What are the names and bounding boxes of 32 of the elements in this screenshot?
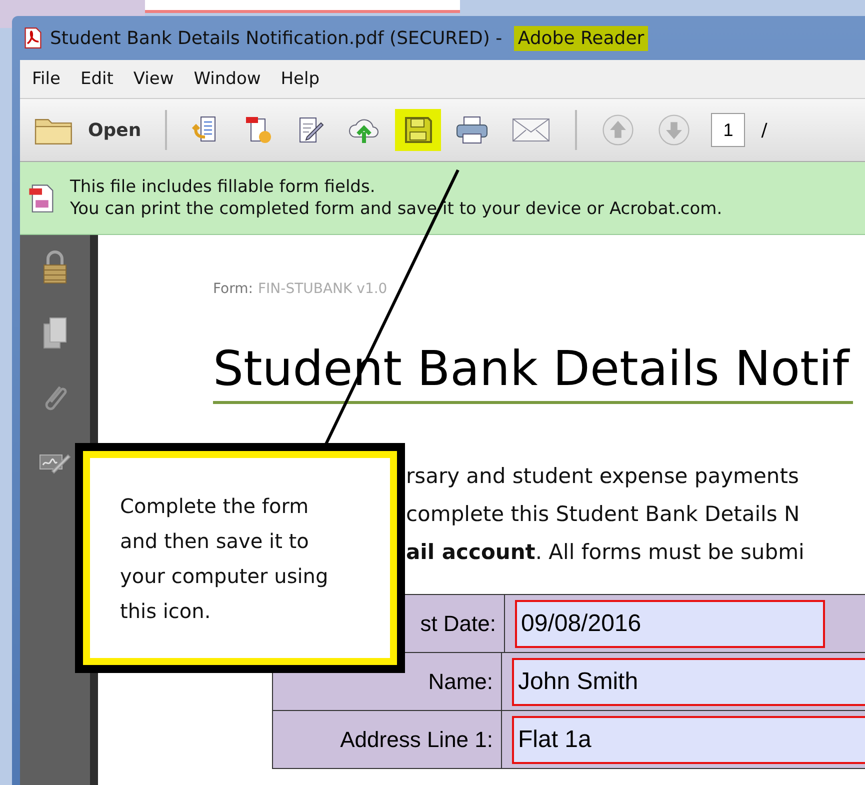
save-icon — [403, 115, 434, 145]
paragraph-line: ail account. All forms must be submi — [406, 540, 806, 564]
arrow-down-icon — [657, 113, 692, 147]
info-text: This file includes fillable form fields. — [70, 177, 376, 197]
menu-item[interactable]: View — [133, 69, 174, 89]
arrow-up-icon — [601, 113, 636, 147]
paragraph-line: complete this Student Bank Details N — [406, 502, 801, 526]
field-label: Name: — [428, 668, 493, 694]
field-label: st Date: — [420, 610, 496, 636]
form-document-icon — [28, 182, 56, 214]
page-number-field[interactable]: 1 — [711, 113, 746, 147]
info-text: You can print the completed form and save it to your device or Acrobat.com. — [70, 199, 722, 219]
form-field[interactable]: John Smith — [512, 658, 865, 706]
pdf-icon — [22, 27, 44, 49]
menu-item[interactable]: Window — [194, 69, 261, 89]
form-label: Form: — [213, 281, 253, 297]
form-code: FIN-STUBANK v1.0 — [258, 281, 388, 297]
print-icon — [455, 115, 490, 145]
field-label: Address Line 1: — [340, 726, 493, 752]
document-star-icon — [243, 115, 274, 145]
menu-item[interactable]: Help — [280, 69, 320, 89]
form-field[interactable]: 09/08/2016 — [515, 600, 825, 648]
paragraph-line: rsary and student expense payments — [406, 464, 800, 488]
save-button[interactable] — [395, 109, 442, 151]
app-name: Adobe Reader — [514, 26, 648, 50]
menu-item[interactable]: File — [32, 69, 60, 89]
open-button[interactable]: Open — [34, 115, 150, 145]
page-separator: / — [761, 120, 768, 140]
callout-text: Complete the form and then save it to your computer using this icon. — [120, 493, 330, 625]
window-title: Student Bank Details Notification.pdf (SECURED) - — [50, 28, 504, 48]
form-field[interactable]: Flat 1a — [512, 716, 865, 764]
menu-item[interactable]: Edit — [80, 69, 114, 89]
